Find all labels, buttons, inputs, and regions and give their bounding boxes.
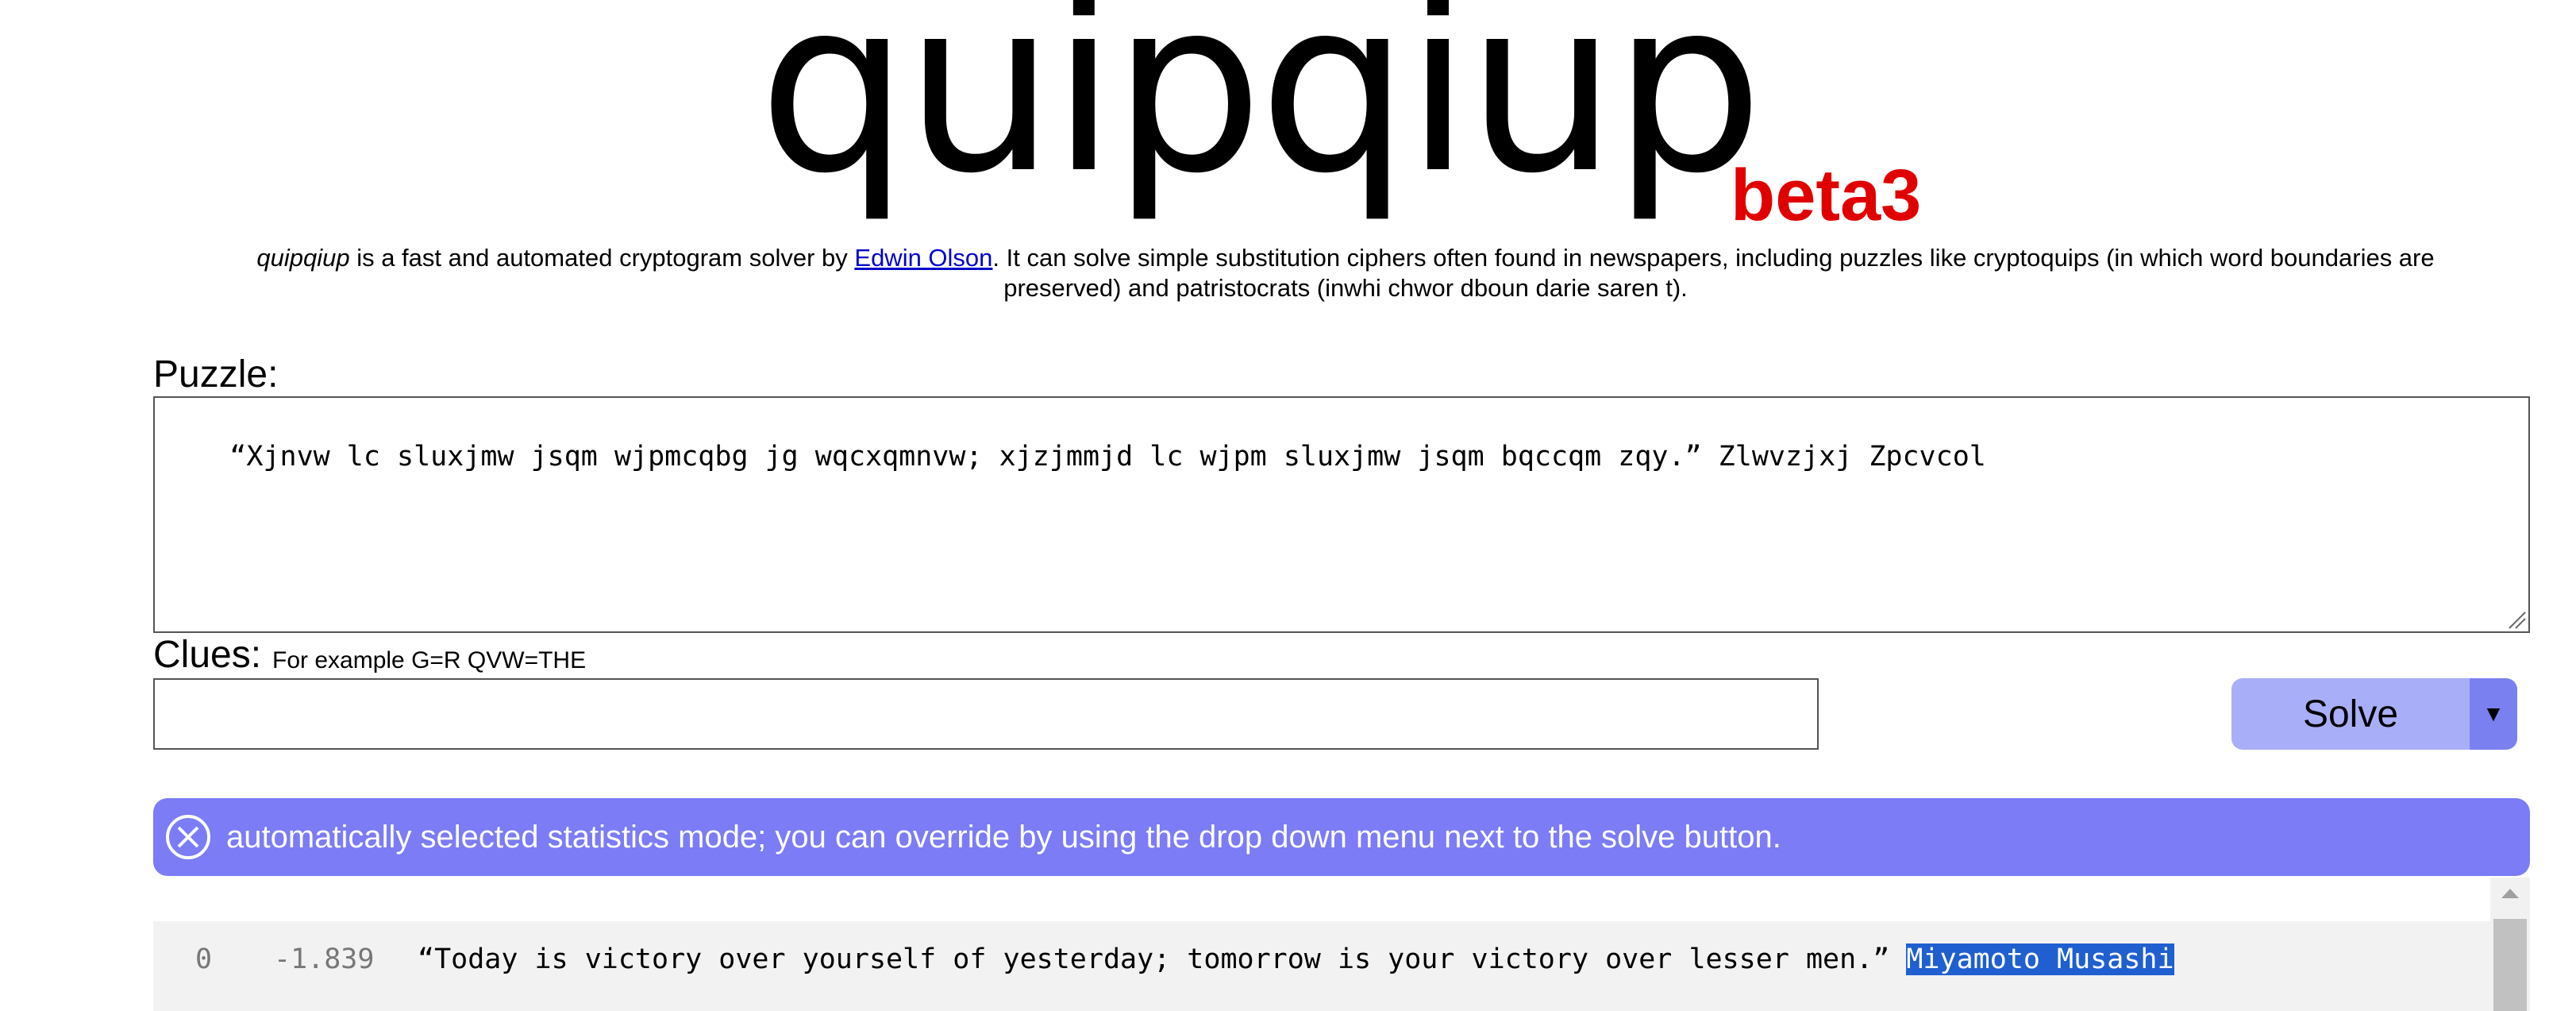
- resize-grip-icon[interactable]: [2506, 609, 2527, 630]
- clues-label: Clues:: [153, 634, 262, 676]
- solve-dropdown-button[interactable]: ▼: [2470, 678, 2517, 750]
- clues-hint: For example G=R QVW=THE: [272, 647, 587, 673]
- beta-label: beta3: [1731, 155, 1922, 236]
- result-plaintext: “Today is victory over yourself of yeste…: [418, 943, 1907, 975]
- banner-message: automatically selected statistics mode; …: [226, 819, 1781, 855]
- result-row[interactable]: 0 -1.839 “Today is victory over yourself…: [153, 921, 2490, 1011]
- author-link[interactable]: Edwin Olson: [854, 244, 992, 272]
- logo-text: quipqiup: [758, 0, 1764, 226]
- scrollbar-thumb[interactable]: [2493, 919, 2527, 1011]
- results-scrollbar[interactable]: [2490, 878, 2530, 1011]
- clues-input[interactable]: [153, 678, 1819, 750]
- intro-text: quipqiup is a fast and automated cryptog…: [206, 243, 2485, 303]
- result-selected-text: Miyamoto Musashi: [1906, 943, 2174, 975]
- logo: quipqiup: [758, 0, 1764, 238]
- result-text: “Today is victory over yourself of yeste…: [418, 943, 2174, 975]
- page: quipqiup beta3 quipqiup is a fast and au…: [0, 0, 2576, 1011]
- puzzle-textarea[interactable]: “Xjnvw lc sluxjmw jsqm wjpmcqbg jg wqcxq…: [153, 396, 2530, 633]
- chevron-down-icon: ▼: [2482, 701, 2505, 726]
- solve-button-label: Solve: [2302, 693, 2399, 735]
- close-circle-icon[interactable]: [164, 813, 212, 861]
- puzzle-text: “Xjnvw lc sluxjmw jsqm wjpmcqbg jg wqcxq…: [229, 441, 1986, 473]
- status-banner: automatically selected statistics mode; …: [153, 798, 2530, 876]
- solve-button[interactable]: Solve: [2231, 678, 2470, 750]
- app-name: quipqiup: [256, 244, 350, 272]
- intro-text-after: . It can solve simple substitution ciphe…: [992, 244, 2435, 302]
- intro-text-before: is a fast and automated cryptogram solve…: [349, 244, 855, 272]
- result-score: -1.839: [274, 943, 375, 975]
- result-index: 0: [195, 943, 213, 975]
- puzzle-label: Puzzle:: [153, 353, 279, 396]
- results-list: 0 -1.839 “Today is victory over yourself…: [153, 878, 2530, 1011]
- scroll-up-icon[interactable]: [2490, 878, 2530, 909]
